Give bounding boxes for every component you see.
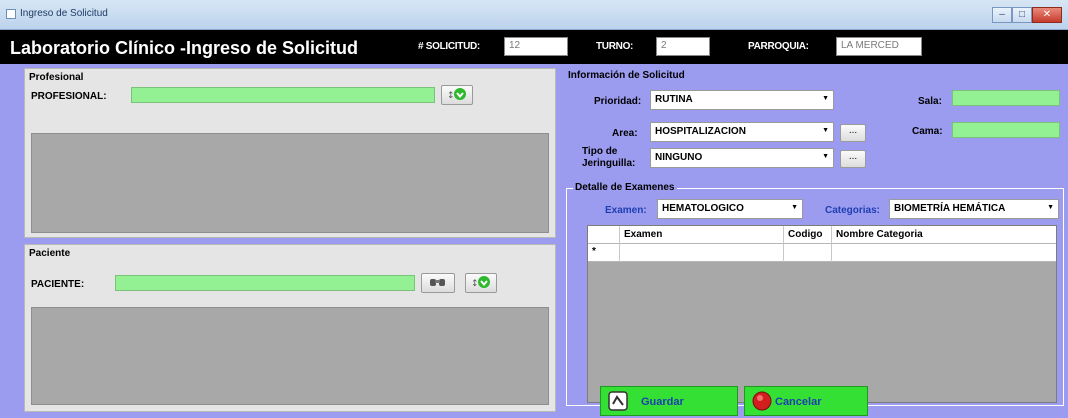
profesional-field[interactable]	[131, 87, 435, 103]
prioridad-value: RUTINA	[655, 94, 693, 105]
categorias-value: BIOMETRÍA HEMÁTICA	[894, 203, 1006, 214]
paciente-label: PACIENTE:	[31, 279, 85, 290]
tipo-jeringuilla-value: NINGUNO	[655, 152, 703, 163]
grid-header: Examen Codigo Nombre Categoria	[588, 226, 1056, 244]
svg-text:↕: ↕	[447, 91, 455, 101]
info-group-title: Información de Solicitud	[568, 70, 685, 81]
page-title: Laboratorio Clínico -Ingreso de Solicitu…	[10, 38, 359, 58]
search-paciente-button[interactable]	[421, 273, 455, 293]
paciente-field[interactable]	[115, 275, 415, 291]
grid-corner	[588, 226, 620, 244]
save-icon	[608, 391, 628, 411]
close-icon[interactable]: ✕	[1032, 7, 1062, 23]
area-value: HOSPITALIZACION	[655, 126, 746, 137]
parroquia-label: PARROQUIA:	[748, 41, 809, 52]
cama-field[interactable]	[952, 122, 1060, 138]
sala-field[interactable]	[952, 90, 1060, 106]
parroquia-field[interactable]: LA MERCED	[836, 37, 922, 56]
categorias-label: Categorias:	[825, 205, 881, 216]
area-browse-button[interactable]: ...	[840, 124, 866, 142]
column-header-examen[interactable]: Examen	[620, 226, 784, 244]
cell-nombre-categoria[interactable]	[832, 244, 1058, 262]
area-select[interactable]: HOSPITALIZACION ▼	[650, 122, 834, 142]
examenes-grid[interactable]: Examen Codigo Nombre Categoria *	[587, 225, 1057, 403]
binoculars-icon	[430, 279, 445, 286]
window-titlebar: Ingreso de Solicitud – □ ✕	[0, 0, 1068, 30]
cama-label: Cama:	[912, 126, 943, 137]
chevron-down-icon: ▼	[791, 204, 798, 211]
table-row[interactable]: *	[588, 244, 1056, 262]
cell-codigo[interactable]	[784, 244, 832, 262]
add-paciente-button[interactable]: ↕	[465, 273, 497, 293]
turno-field[interactable]: 2	[656, 37, 710, 56]
paciente-details-area	[31, 307, 549, 405]
chevron-down-icon: ▼	[822, 95, 829, 102]
solicitud-field[interactable]: 12	[504, 37, 568, 56]
add-profesional-button[interactable]: ↕	[441, 85, 473, 105]
tipo-label-1: Tipo de	[582, 146, 618, 157]
categorias-select[interactable]: BIOMETRÍA HEMÁTICA ▼	[889, 199, 1059, 219]
examen-label: Examen:	[605, 205, 647, 216]
chevron-down-icon: ▼	[822, 153, 829, 160]
svg-text:↕: ↕	[471, 279, 479, 289]
tipo-browse-button[interactable]: ...	[840, 150, 866, 168]
area-label: Area:	[612, 128, 638, 139]
column-header-codigo[interactable]: Codigo	[784, 226, 832, 244]
column-header-nombre-categoria[interactable]: Nombre Categoria	[832, 226, 1058, 244]
profesional-group-title: Profesional	[29, 72, 84, 83]
examen-select[interactable]: HEMATOLOGICO ▼	[657, 199, 803, 219]
detalle-examenes-group: Detalle de Examenes Examen: HEMATOLOGICO…	[566, 182, 1064, 406]
minimize-icon[interactable]: –	[992, 7, 1012, 23]
new-row-marker: *	[588, 244, 620, 262]
detalle-group-title: Detalle de Examenes	[573, 182, 677, 193]
window-title: Ingreso de Solicitud	[20, 8, 108, 19]
paciente-group-title: Paciente	[29, 248, 71, 259]
add-down-icon: ↕	[471, 276, 490, 289]
app-window-icon	[6, 9, 16, 19]
paciente-group: Paciente PACIENTE: ↕	[24, 244, 556, 412]
add-down-icon: ↕	[447, 88, 466, 101]
prioridad-select[interactable]: RUTINA ▼	[650, 90, 834, 110]
profesional-details-area	[31, 133, 549, 233]
cancelar-button[interactable]: Cancelar	[744, 386, 868, 416]
tipo-jeringuilla-select[interactable]: NINGUNO ▼	[650, 148, 834, 168]
cancelar-label: Cancelar	[775, 396, 822, 408]
cell-examen[interactable]	[620, 244, 784, 262]
cancel-icon	[752, 391, 772, 411]
guardar-button[interactable]: Guardar	[600, 386, 738, 416]
turno-label: TURNO:	[596, 41, 634, 52]
guardar-label: Guardar	[641, 396, 684, 408]
examen-value: HEMATOLOGICO	[662, 203, 744, 214]
app-header: Laboratorio Clínico -Ingreso de Solicitu…	[0, 30, 1068, 64]
profesional-label: PROFESIONAL:	[31, 91, 107, 102]
sala-label: Sala:	[918, 96, 942, 107]
tipo-label-2: Jeringuilla:	[582, 158, 636, 169]
maximize-icon[interactable]: □	[1012, 7, 1032, 23]
profesional-group: Profesional PROFESIONAL: ↕	[24, 68, 556, 238]
chevron-down-icon: ▼	[822, 127, 829, 134]
solicitud-label: # SOLICITUD:	[418, 41, 480, 52]
prioridad-label: Prioridad:	[594, 96, 642, 107]
chevron-down-icon: ▼	[1047, 204, 1054, 211]
